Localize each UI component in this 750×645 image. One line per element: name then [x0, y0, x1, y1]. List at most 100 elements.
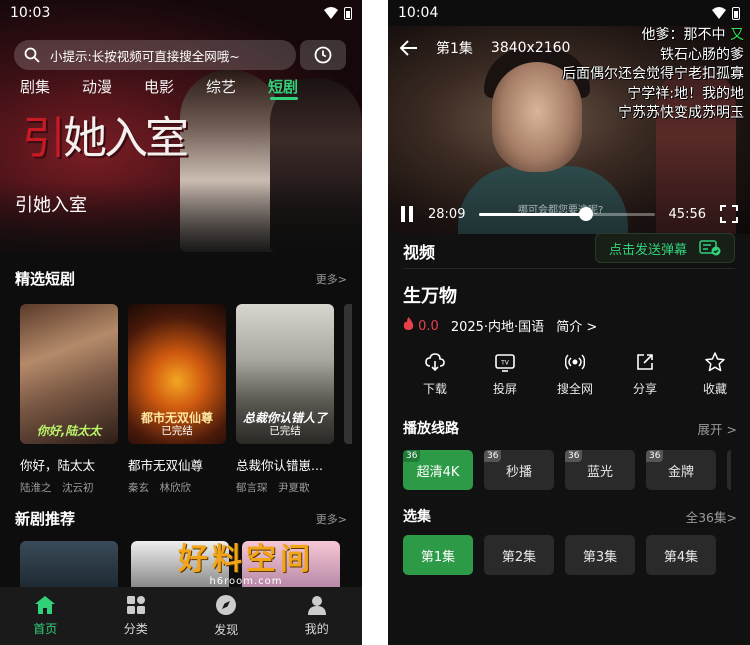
play-lines-expand[interactable]: 展开 >	[698, 419, 737, 438]
featured-title: 精选短剧	[15, 270, 76, 288]
danmaku-text: 他爹：那不中	[641, 27, 726, 43]
new-dramas-more-link[interactable]: 更多>	[316, 511, 347, 527]
episode-chip[interactable]: 第4集	[646, 535, 716, 575]
site-watermark: 好料空间 h6room.com	[178, 534, 314, 587]
show-info: 2025·内地·国语	[450, 320, 545, 335]
new-drama-poster[interactable]	[20, 541, 118, 587]
player-top-bar: 第1集 3840x2160	[400, 38, 570, 58]
fullscreen-icon[interactable]	[720, 205, 738, 223]
completed-badge: 已完结	[269, 425, 301, 438]
line-chip-fast[interactable]: 36 秒播	[484, 450, 554, 490]
share-icon	[637, 354, 653, 370]
video-player[interactable]: 第1集 3840x2160 他爹：那不中 又 铁石心肠的爹 后面偶尔还会觉得宁老…	[388, 26, 750, 234]
favorite-button[interactable]: 收藏	[680, 352, 750, 397]
send-danmaku-button[interactable]: 点击发送弹幕	[595, 233, 735, 263]
svg-text:TV: TV	[500, 360, 510, 367]
share-button[interactable]: 分享	[610, 352, 680, 397]
danmaku-line: 宁苏苏快变成苏明玉	[618, 105, 744, 121]
download-icon	[425, 353, 445, 372]
search-web-label: 搜全网	[556, 382, 593, 396]
line-count-badge: 36	[403, 450, 421, 462]
cast-tv-icon: TV	[495, 354, 515, 372]
pause-icon[interactable]	[400, 206, 414, 222]
episode-chip[interactable]: 第1集	[403, 535, 473, 575]
line-chip-gold[interactable]: 36 金牌	[646, 450, 716, 490]
danmaku-line: 他爹：那不中 又	[562, 26, 744, 46]
search-web-button[interactable]: 搜全网	[540, 352, 610, 397]
line-chip-bluray[interactable]: 36 蓝光	[565, 450, 635, 490]
episode-chip[interactable]: 第2集	[484, 535, 554, 575]
featured-more-link[interactable]: 更多>	[316, 271, 347, 287]
resolution-label: 3840x2160	[490, 40, 571, 56]
drama-name: 你好，陆太太	[20, 458, 96, 473]
drama-cast: 郁言琛 尹夏歌	[236, 482, 310, 494]
episodes-all-link[interactable]: 全36集>	[686, 507, 737, 526]
play-lines-title: 播放线路	[403, 421, 459, 437]
grid-icon	[126, 596, 145, 614]
star-icon	[705, 352, 725, 372]
nav-category-label: 分类	[123, 622, 148, 636]
favorite-label: 收藏	[702, 382, 727, 396]
drama-card[interactable]: 你好,陆太太 你好，陆太太 陆淮之 沈云初	[20, 304, 118, 495]
current-time: 28:09	[428, 206, 466, 222]
hero-logo-rest: 她入室	[63, 113, 189, 164]
featured-list: 你好,陆太太 你好，陆太太 陆淮之 沈云初 都市无双仙尊 已完结 都市无双仙尊 …	[20, 304, 352, 495]
hero-title[interactable]: 引她入室	[15, 191, 87, 217]
drama-card[interactable]: 总裁你认错人了 已完结 总裁你认错崽... 郁言琛 尹夏歌	[236, 304, 334, 495]
danmaku-text-green: 又	[730, 27, 744, 43]
drama-card-partial[interactable]	[344, 304, 352, 444]
battery-icon	[732, 6, 740, 20]
heat-score: 0.0	[403, 317, 439, 334]
search-icon	[24, 47, 40, 63]
danmaku-layer: 他爹：那不中 又 铁石心肠的爹 后面偶尔还会觉得宁老扣孤寡 宁学祥:地！我的地 …	[562, 26, 744, 124]
intro-link[interactable]: 简介 >	[556, 316, 597, 335]
search-bar[interactable]: 小提示:长按视频可直接搜全网哦~	[14, 40, 296, 70]
progress-handle[interactable]	[579, 206, 594, 221]
history-button[interactable]	[300, 40, 346, 70]
cast-button[interactable]: TV 投屏	[470, 352, 540, 397]
nav-discover[interactable]: 发现	[191, 594, 261, 638]
tab-short-drama[interactable]: 短剧	[268, 76, 330, 100]
line-chip-partial[interactable]	[727, 450, 731, 490]
action-row: 下载 TV 投屏 搜全网 分享 收藏	[400, 352, 750, 397]
progress-bar[interactable]	[479, 206, 655, 221]
search-placeholder: 小提示:长按视频可直接搜全网哦~	[50, 48, 240, 64]
tab-movie[interactable]: 电影	[144, 76, 206, 97]
line-chip-4k[interactable]: 36 超清4K	[403, 450, 473, 490]
player-controls: 28:09 45:56	[388, 194, 750, 234]
status-time: 10:03	[10, 5, 51, 21]
back-arrow-icon[interactable]	[400, 40, 418, 56]
send-danmaku-label: 点击发送弹幕	[608, 242, 687, 258]
heat-value: 0.0	[418, 319, 439, 334]
poster-caption: 总裁你认错人了 已完结	[240, 411, 330, 438]
episodes-header: 选集 全36集>	[403, 506, 737, 526]
tab-video[interactable]: 视频	[403, 243, 435, 262]
nav-home-label: 首页	[33, 622, 58, 636]
tab-anime[interactable]: 动漫	[82, 76, 144, 97]
line-count-badge: 36	[565, 450, 583, 462]
tab-variety[interactable]: 综艺	[206, 76, 268, 97]
danmaku-line: 后面偶尔还会觉得宁老扣孤寡	[562, 66, 744, 82]
battery-icon	[344, 6, 352, 20]
danmaku-line: 铁石心肠的爹	[660, 46, 744, 63]
danmaku-toggle-icon[interactable]	[699, 240, 721, 256]
line-label: 超清4K	[416, 464, 460, 480]
drama-poster: 总裁你认错人了 已完结	[236, 304, 334, 444]
episode-label: 第1集	[436, 41, 473, 57]
tab-series[interactable]: 剧集	[20, 76, 82, 97]
episodes-title: 选集	[403, 509, 431, 525]
cast-label: 投屏	[492, 382, 517, 396]
status-bar: 10:03	[0, 0, 362, 26]
download-button[interactable]: 下载	[400, 352, 470, 397]
line-label: 蓝光	[586, 464, 613, 480]
bottom-nav: 首页 分类 发现 我的	[0, 587, 362, 645]
nav-mine[interactable]: 我的	[282, 595, 352, 637]
nav-category[interactable]: 分类	[101, 595, 171, 637]
show-meta: 0.0 2025·内地·国语 简介 >	[403, 316, 737, 335]
nav-discover-label: 发现	[214, 623, 239, 637]
episode-chip[interactable]: 第3集	[565, 535, 635, 575]
nav-home[interactable]: 首页	[10, 595, 80, 637]
poster-caption: 都市无双仙尊 已完结	[132, 411, 222, 438]
drama-card[interactable]: 都市无双仙尊 已完结 都市无双仙尊 秦玄 林欣欣	[128, 304, 226, 495]
wifi-icon	[712, 7, 726, 19]
